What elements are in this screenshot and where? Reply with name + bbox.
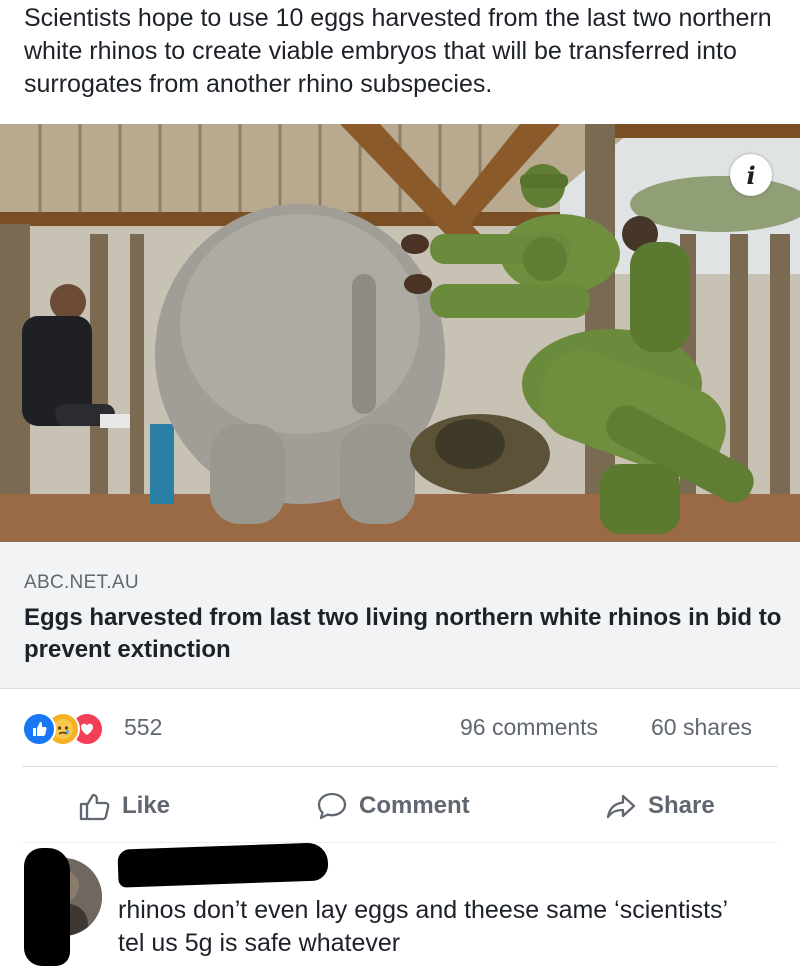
redaction-mark (24, 848, 70, 966)
like-reaction-icon (22, 712, 56, 746)
post-actions: Like Comment Share (0, 780, 800, 832)
divider (22, 842, 778, 843)
share-label: Share (648, 792, 715, 819)
link-domain: ABC.NET.AU (24, 572, 139, 593)
shares-count[interactable]: 60 shares (651, 714, 752, 741)
rhino-photo-illustration (0, 124, 800, 542)
comment-text: rhinos don’t even lay eggs and theese sa… (118, 896, 728, 957)
link-title[interactable]: Eggs harvested from last two living nort… (24, 602, 784, 666)
share-arrow-icon (606, 794, 636, 819)
share-button[interactable]: Share (604, 780, 715, 832)
comment-button[interactable]: Comment (315, 780, 470, 832)
reaction-icons[interactable] (22, 712, 122, 746)
reaction-count[interactable]: 552 (124, 714, 162, 741)
thumbs-up-icon (79, 793, 110, 821)
link-preview[interactable]: ABC.NET.AU Eggs harvested from last two … (0, 542, 800, 689)
like-label: Like (122, 792, 171, 819)
comment-label: Comment (359, 792, 470, 819)
comments-count[interactable]: 96 comments (460, 714, 598, 741)
post-text: Scientists hope to use 10 eggs harvested… (24, 4, 772, 98)
engagement-summary: 552 96 comments 60 shares (0, 706, 800, 750)
like-button[interactable]: Like (78, 780, 170, 832)
info-icon[interactable]: i (730, 154, 772, 196)
speech-bubble-icon (317, 792, 347, 820)
divider (22, 766, 778, 767)
redacted-commenter-name (117, 842, 329, 888)
post-photo[interactable]: i (0, 124, 800, 542)
